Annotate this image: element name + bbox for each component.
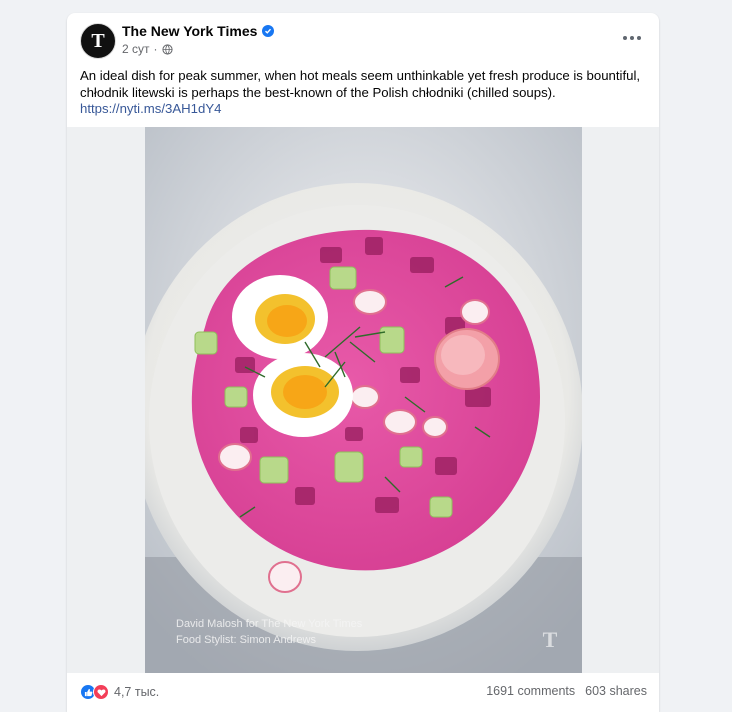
verified-badge-icon	[262, 25, 275, 37]
nyt-watermark-icon: T	[543, 627, 558, 652]
post-text: An ideal dish for peak summer, when hot …	[80, 68, 641, 100]
dot-icon	[637, 36, 641, 40]
love-icon	[93, 684, 109, 700]
reactions-summary[interactable]: 4,7 тыс.	[80, 684, 159, 700]
page-name[interactable]: The New York Times	[122, 23, 275, 39]
svg-text:T: T	[91, 30, 105, 52]
nyt-logo-icon: T	[91, 30, 105, 52]
comments-count[interactable]: 1691 comments	[486, 684, 575, 698]
dot-icon	[623, 36, 627, 40]
post-photo[interactable]: David Malosh for The New York Times Food…	[145, 127, 582, 673]
soup-photo: David Malosh for The New York Times Food…	[145, 127, 582, 673]
engagement-stats: 1691 comments 603 shares	[486, 684, 647, 698]
photo-credit-line2: Food Stylist: Simon Andrews	[176, 634, 317, 646]
post-link[interactable]: https://nyti.ms/3AH1dY4	[80, 101, 221, 116]
shares-count[interactable]: 603 shares	[585, 684, 647, 698]
post-footer: 4,7 тыс. 1691 comments 603 shares	[67, 673, 659, 712]
photo-credit-line1: David Malosh for The New York Times	[176, 618, 363, 630]
page-avatar[interactable]: T	[80, 23, 116, 59]
dot-icon	[630, 36, 634, 40]
post-meta: 2 сут ·	[122, 42, 173, 56]
post-time[interactable]: 2 сут	[122, 42, 150, 56]
more-options-button[interactable]	[619, 26, 645, 50]
post-header: T The New York Times 2 сут ·	[67, 13, 659, 65]
author-name[interactable]: The New York Times	[122, 23, 257, 39]
globe-icon	[161, 43, 173, 55]
post-media[interactable]: David Malosh for The New York Times Food…	[67, 127, 659, 673]
post-card: T The New York Times 2 сут · An ideal di…	[67, 13, 659, 712]
reaction-count[interactable]: 4,7 тыс.	[114, 685, 159, 699]
